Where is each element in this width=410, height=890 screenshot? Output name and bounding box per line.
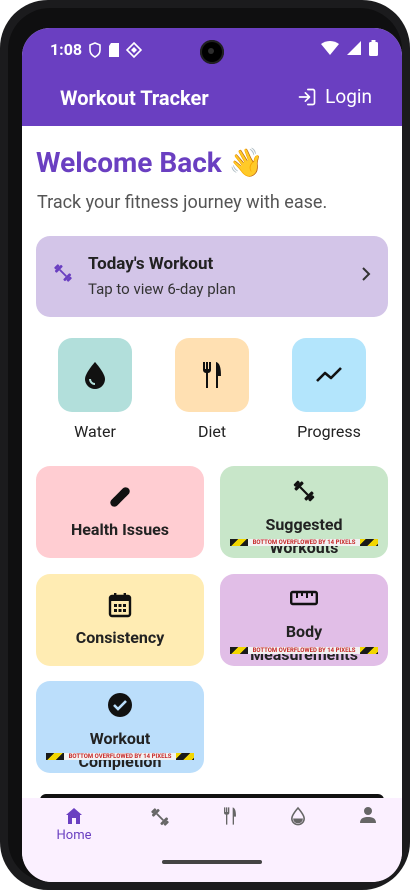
overflow-warning: BOTTOM OVERFLOWED BY 14 PIXELS bbox=[230, 539, 378, 546]
status-left-icons bbox=[88, 42, 142, 58]
chevron-right-icon bbox=[362, 267, 371, 281]
tile-workout-completion[interactable]: Workout Completion BOTTOM OVERFLOWED BY … bbox=[36, 681, 204, 773]
calendar-icon bbox=[108, 593, 132, 618]
tile-label: Consistency bbox=[75, 628, 165, 647]
login-label: Login bbox=[325, 85, 372, 108]
login-icon bbox=[298, 88, 316, 105]
status-time: 1:08 bbox=[50, 40, 83, 59]
nav-home-label: Home bbox=[56, 828, 92, 843]
fork-knife-icon bbox=[224, 807, 236, 825]
trend-line-icon bbox=[316, 367, 342, 382]
tile-label: Workout bbox=[89, 729, 151, 748]
quick-action-water[interactable]: Water bbox=[58, 338, 132, 441]
quick-action-progress[interactable]: Progress bbox=[292, 338, 366, 441]
status-right-icons bbox=[321, 40, 378, 56]
tile-consistency[interactable]: Consistency bbox=[36, 574, 204, 666]
front-camera bbox=[200, 40, 224, 64]
home-icon bbox=[66, 808, 82, 824]
status-bar: 1:08 bbox=[22, 28, 402, 74]
nav-workouts[interactable] bbox=[122, 806, 198, 846]
dumbbell-icon bbox=[151, 808, 169, 826]
tile-suggested-workouts[interactable]: Suggested Workouts BOTTOM OVERFLOWED BY … bbox=[220, 466, 388, 558]
todays-workout-subtitle: Tap to view 6-day plan bbox=[88, 280, 236, 298]
welcome-subtitle: Track your fitness journey with ease. bbox=[37, 192, 328, 213]
home-indicator[interactable] bbox=[162, 860, 262, 864]
bottom-navigation: Home bbox=[22, 798, 402, 882]
signal-icon bbox=[347, 41, 361, 55]
overflow-warning: BOTTOM OVERFLOWED BY 14 PIXELS bbox=[46, 753, 194, 760]
quick-action-label: Water bbox=[74, 422, 116, 441]
screen: 1:08 Workout Tracker Login Welcome Back … bbox=[22, 28, 402, 882]
app-title: Workout Tracker bbox=[60, 86, 209, 110]
overflow-text: BOTTOM OVERFLOWED BY 14 PIXELS bbox=[248, 539, 360, 546]
device-frame: 1:08 Workout Tracker Login Welcome Back … bbox=[0, 0, 410, 890]
nav-diet[interactable] bbox=[192, 806, 268, 846]
tile-label: Health Issues bbox=[70, 520, 170, 539]
todays-workout-card[interactable]: Today's Workout Tap to view 6-day plan bbox=[36, 236, 388, 317]
ruler-icon bbox=[290, 590, 318, 606]
fork-knife-icon bbox=[203, 362, 221, 388]
overflow-warning: BOTTOM OVERFLOWED BY 14 PIXELS bbox=[230, 647, 378, 654]
check-circle-icon bbox=[108, 693, 132, 717]
battery-icon bbox=[369, 40, 378, 56]
overflow-text: BOTTOM OVERFLOWED BY 14 PIXELS bbox=[64, 753, 176, 760]
tile-body-measurements[interactable]: Body Measurements BOTTOM OVERFLOWED BY 1… bbox=[220, 574, 388, 666]
shield-icon bbox=[89, 42, 101, 58]
water-drop-icon bbox=[85, 362, 105, 389]
nav-water[interactable] bbox=[260, 806, 336, 846]
bandage-icon bbox=[110, 487, 130, 507]
nav-profile[interactable] bbox=[330, 806, 402, 846]
login-button[interactable]: Login bbox=[297, 85, 372, 108]
quick-action-label: Diet bbox=[197, 422, 227, 441]
diamond-icon bbox=[126, 42, 142, 58]
quick-action-diet[interactable]: Diet bbox=[175, 338, 249, 441]
todays-workout-title: Today's Workout bbox=[88, 254, 214, 274]
device-bezel: 1:08 Workout Tracker Login Welcome Back … bbox=[8, 8, 402, 882]
main-content: Welcome Back 👋 Track your fitness journe… bbox=[22, 126, 402, 800]
person-icon bbox=[360, 807, 376, 823]
tile-label: Body bbox=[285, 622, 323, 641]
water-tile[interactable] bbox=[58, 338, 132, 412]
diet-tile[interactable] bbox=[175, 338, 249, 412]
dumbbell-icon bbox=[293, 480, 315, 502]
tile-health-issues[interactable]: Health Issues bbox=[36, 466, 204, 558]
overflow-text: BOTTOM OVERFLOWED BY 14 PIXELS bbox=[248, 647, 360, 654]
dumbbell-icon bbox=[54, 264, 72, 282]
progress-tile[interactable] bbox=[292, 338, 366, 412]
nav-home[interactable]: Home bbox=[36, 806, 112, 846]
sd-card-icon bbox=[109, 43, 119, 57]
tile-label: Suggested bbox=[265, 515, 343, 534]
water-drop-icon bbox=[291, 806, 305, 826]
welcome-title: Welcome Back 👋 bbox=[36, 146, 264, 179]
app-bar: 1:08 Workout Tracker Login bbox=[22, 28, 402, 126]
quick-action-label: Progress bbox=[297, 422, 361, 441]
wifi-icon bbox=[321, 41, 339, 55]
